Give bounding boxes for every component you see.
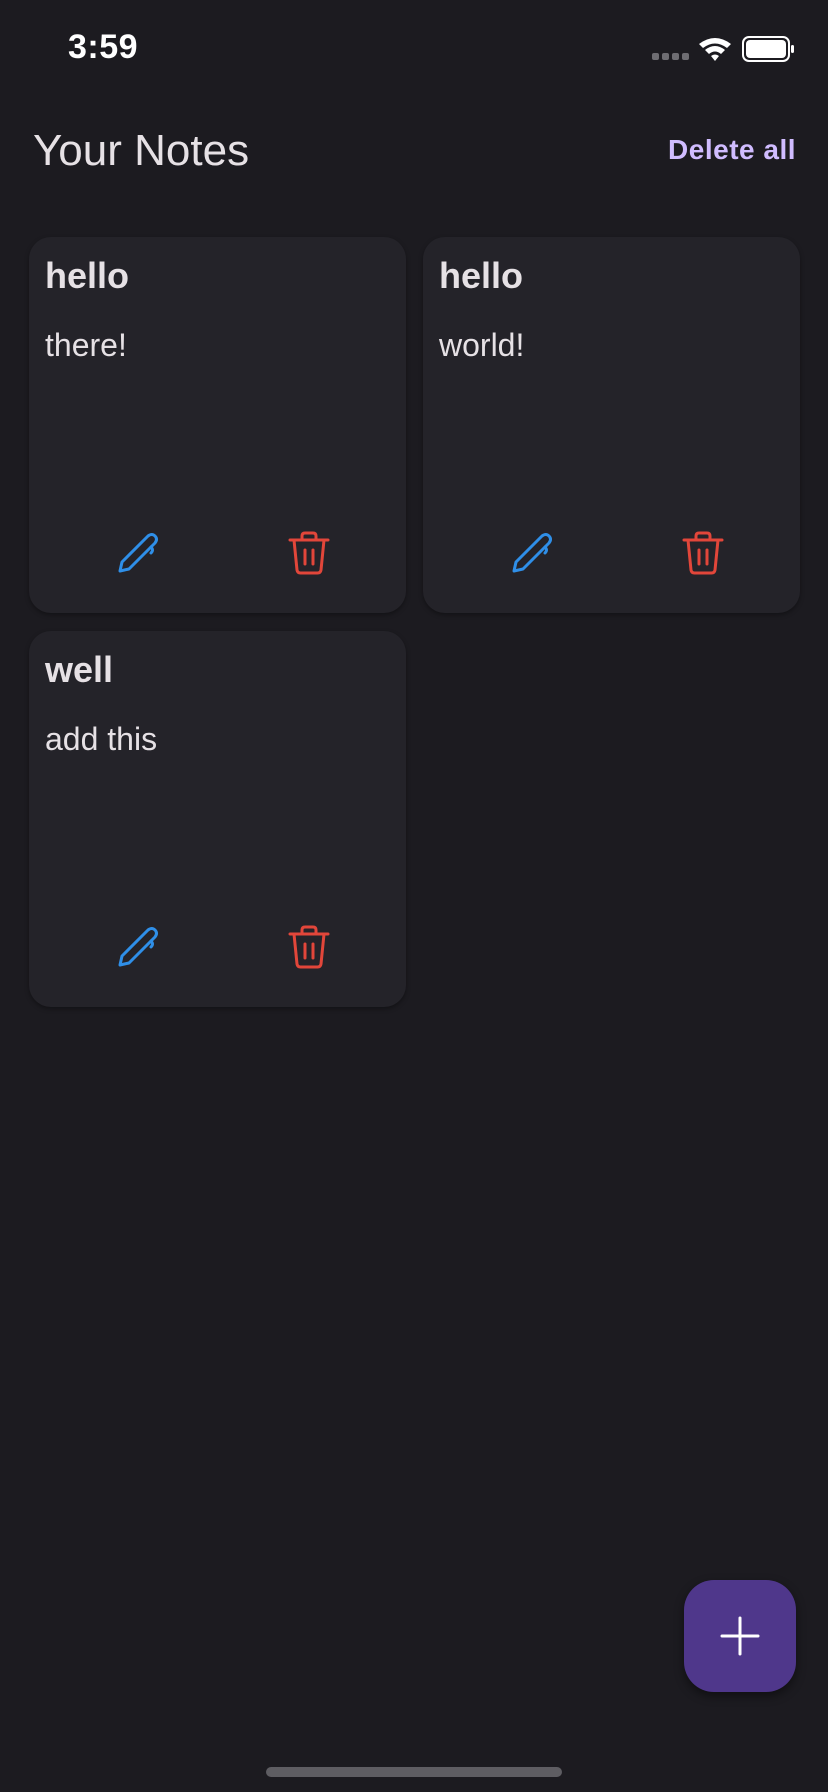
- pencil-icon: [118, 927, 158, 967]
- note-body: add this: [45, 721, 158, 757]
- note-body: there!: [45, 327, 127, 363]
- delete-note-button[interactable]: [285, 923, 333, 971]
- status-bar: 3:59: [0, 0, 828, 100]
- note-title: hello: [45, 255, 130, 296]
- delete-note-button[interactable]: [285, 529, 333, 577]
- edit-note-button[interactable]: [508, 529, 556, 577]
- delete-note-button[interactable]: [679, 529, 727, 577]
- page-title: Your Notes: [33, 126, 250, 175]
- header: Your Notes Delete all: [33, 120, 796, 188]
- note-title: hello: [439, 255, 524, 296]
- delete-all-button[interactable]: Delete all: [668, 134, 796, 166]
- note-body: world!: [439, 327, 525, 363]
- trash-icon: [682, 531, 724, 575]
- wifi-icon: [699, 38, 731, 61]
- battery-icon: [742, 36, 794, 62]
- note-card[interactable]: hello world!: [423, 237, 800, 613]
- pencil-icon: [512, 533, 552, 573]
- pencil-icon: [118, 533, 158, 573]
- edit-note-button[interactable]: [114, 923, 162, 971]
- note-title: well: [45, 649, 114, 690]
- plus-icon: [720, 1616, 760, 1656]
- note-card[interactable]: well add this: [29, 631, 406, 1007]
- add-note-button[interactable]: [684, 1580, 796, 1692]
- status-time: 3:59: [68, 28, 139, 66]
- trash-icon: [288, 925, 330, 969]
- note-card[interactable]: hello there!: [29, 237, 406, 613]
- cellular-signal-icon: [652, 53, 689, 60]
- trash-icon: [288, 531, 330, 575]
- edit-note-button[interactable]: [114, 529, 162, 577]
- home-indicator: [266, 1767, 562, 1777]
